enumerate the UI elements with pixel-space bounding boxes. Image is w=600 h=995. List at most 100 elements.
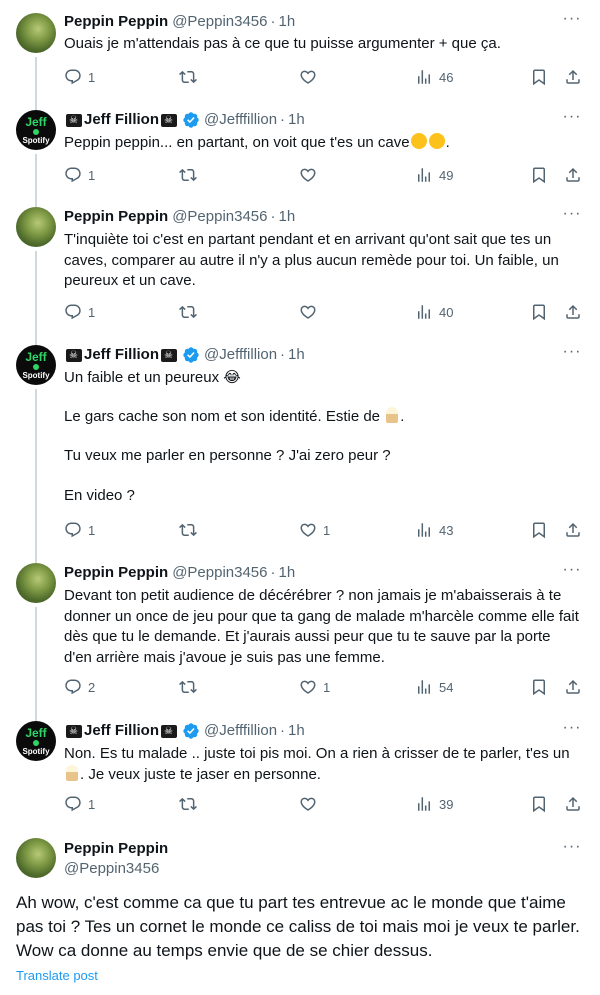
bookmark-icon: [530, 521, 548, 539]
more-options-icon[interactable]: ···: [562, 720, 582, 741]
more-options-icon[interactable]: ···: [562, 206, 582, 227]
tweet-header: Peppin Peppin @Peppin3456 · 1h: [64, 563, 560, 583]
more-options-icon[interactable]: ···: [562, 11, 582, 32]
views-button[interactable]: 49: [415, 165, 453, 185]
reply-tweet[interactable]: Peppin Peppin @Peppin3456 · 1h ··· Devan…: [0, 557, 600, 715]
pirate-flag-icon: [66, 113, 82, 127]
like-button[interactable]: [299, 302, 323, 322]
retweet-button[interactable]: [179, 165, 197, 185]
avatar[interactable]: Jeff Spotify: [16, 345, 56, 385]
bookmark-button[interactable]: [530, 520, 548, 540]
like-button[interactable]: 1: [299, 520, 330, 540]
share-button[interactable]: [564, 67, 582, 87]
retweet-button[interactable]: [179, 677, 197, 697]
bookmark-button[interactable]: [530, 302, 548, 322]
action-bar: 1 49: [64, 165, 584, 185]
author-handle[interactable]: @Jefffillion: [204, 345, 277, 365]
timestamp[interactable]: 1h: [279, 207, 296, 227]
more-options-icon[interactable]: ···: [562, 562, 582, 583]
avatar[interactable]: [16, 13, 56, 53]
bookmark-button[interactable]: [530, 677, 548, 697]
reply-button[interactable]: 1: [64, 165, 95, 185]
author-handle[interactable]: @Peppin3456: [172, 563, 267, 583]
tweet-text: Peppin peppin... en partant, on voit que…: [64, 133, 582, 154]
share-button[interactable]: [564, 677, 582, 697]
reply-tweet[interactable]: Peppin Peppin @Peppin3456 · 1h ··· T'inq…: [0, 201, 600, 339]
views-button[interactable]: 40: [415, 302, 453, 322]
share-button[interactable]: [564, 302, 582, 322]
reply-button[interactable]: 1: [64, 302, 95, 322]
reply-icon: [64, 166, 82, 184]
share-button[interactable]: [564, 794, 582, 814]
tweet-header: Jeff Fillion @Jefffillion · 1h: [64, 110, 560, 130]
view-count: 39: [439, 796, 454, 812]
author-handle[interactable]: @Peppin3456: [172, 12, 267, 32]
thread-line: [35, 389, 37, 557]
tweet-text-part: .: [400, 408, 405, 425]
like-button[interactable]: [299, 67, 323, 87]
action-bar: 2 1 54: [64, 677, 584, 697]
author-name[interactable]: Jeff Fillion: [84, 721, 159, 741]
retweet-button[interactable]: [179, 67, 197, 87]
more-options-icon[interactable]: ···: [562, 109, 582, 130]
avatar[interactable]: [16, 838, 56, 878]
author-name[interactable]: Peppin Peppin: [64, 12, 168, 32]
bookmark-button[interactable]: [530, 794, 548, 814]
retweet-button[interactable]: [179, 520, 197, 540]
more-options-icon[interactable]: ···: [562, 839, 582, 860]
tweet-text-end: .: [445, 134, 450, 151]
retweet-icon: [179, 303, 197, 321]
reply-tweet[interactable]: Jeff Spotify Jeff Fillion @Jefffillion ·…: [0, 715, 600, 830]
bookmark-button[interactable]: [530, 67, 548, 87]
verified-badge-icon[interactable]: [182, 346, 200, 364]
like-icon: [299, 678, 317, 696]
avatar[interactable]: [16, 563, 56, 603]
share-button[interactable]: [564, 520, 582, 540]
verified-badge-icon[interactable]: [182, 111, 200, 129]
more-options-icon[interactable]: ···: [562, 344, 582, 365]
tweet-text-line: Le gars cache son nom et son identité. E…: [64, 407, 582, 428]
timestamp[interactable]: 1h: [288, 721, 305, 741]
reply-tweet[interactable]: Jeff Spotify Jeff Fillion @Jefffillion ·…: [0, 339, 600, 557]
translate-post-link[interactable]: Translate post: [16, 968, 98, 983]
timestamp[interactable]: 1h: [288, 110, 305, 130]
like-button[interactable]: [299, 165, 323, 185]
reply-button[interactable]: 1: [64, 520, 95, 540]
view-count: 43: [439, 522, 454, 538]
share-button[interactable]: [564, 165, 582, 185]
like-button[interactable]: 1: [299, 677, 330, 697]
avatar[interactable]: Jeff Spotify: [16, 721, 56, 761]
main-tweet[interactable]: Peppin Peppin @Peppin3456 ··· Ah wow, c'…: [0, 830, 600, 995]
author-handle[interactable]: @Peppin3456: [64, 859, 159, 879]
reply-button[interactable]: 2: [64, 677, 95, 697]
author-handle[interactable]: @Peppin3456: [172, 207, 267, 227]
tweet-text-line: Un faible et un peureux 😂: [64, 369, 241, 386]
reply-button[interactable]: 1: [64, 67, 95, 87]
views-button[interactable]: 54: [415, 677, 453, 697]
bookmark-button[interactable]: [530, 165, 548, 185]
like-button[interactable]: [299, 794, 323, 814]
author-handle[interactable]: @Jefffillion: [204, 721, 277, 741]
timestamp[interactable]: 1h: [279, 12, 296, 32]
views-button[interactable]: 39: [415, 794, 453, 814]
share-icon: [564, 166, 582, 184]
verified-badge-icon[interactable]: [182, 722, 200, 740]
author-name[interactable]: Peppin Peppin: [64, 563, 168, 583]
avatar[interactable]: [16, 207, 56, 247]
author-name[interactable]: Jeff Fillion: [84, 345, 159, 365]
timestamp[interactable]: 1h: [288, 345, 305, 365]
share-icon: [564, 303, 582, 321]
author-handle[interactable]: @Jefffillion: [204, 110, 277, 130]
avatar[interactable]: Jeff Spotify: [16, 110, 56, 150]
timestamp[interactable]: 1h: [279, 563, 296, 583]
retweet-button[interactable]: [179, 794, 197, 814]
reply-button[interactable]: 1: [64, 794, 95, 814]
retweet-button[interactable]: [179, 302, 197, 322]
reply-tweet[interactable]: Jeff Spotify Jeff Fillion @Jefffillion ·…: [0, 98, 600, 201]
author-name[interactable]: Peppin Peppin: [64, 207, 168, 227]
author-name[interactable]: Jeff Fillion: [84, 110, 159, 130]
author-name[interactable]: Peppin Peppin: [64, 839, 168, 859]
reply-tweet[interactable]: Peppin Peppin @Peppin3456 · 1h ··· Ouais…: [0, 0, 600, 98]
views-button[interactable]: 43: [415, 520, 453, 540]
views-button[interactable]: 46: [415, 67, 453, 87]
